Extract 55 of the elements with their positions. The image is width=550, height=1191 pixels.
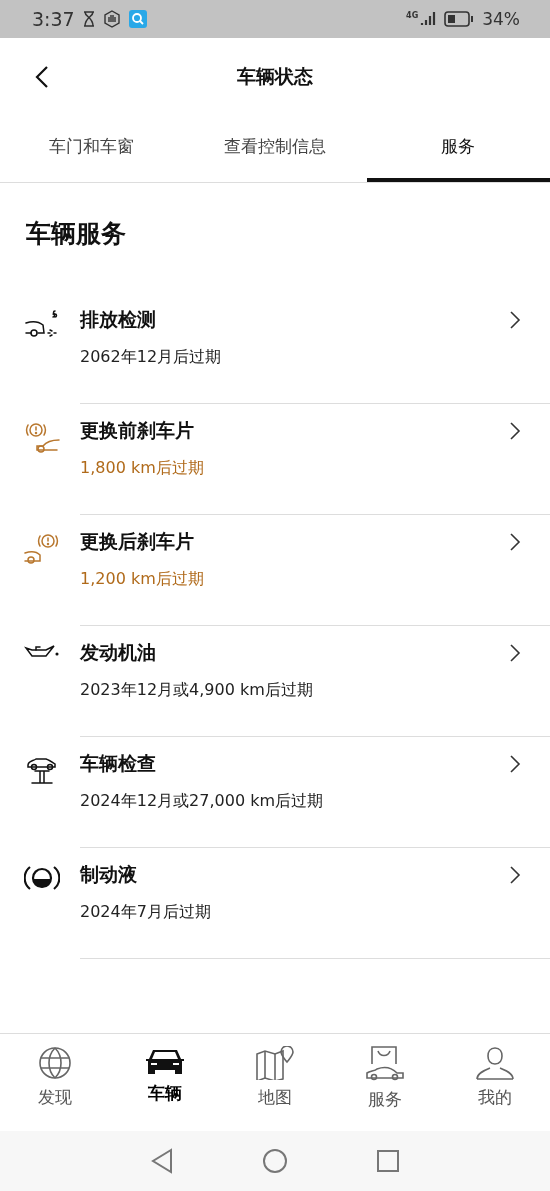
nav-tab[interactable]: 发现 xyxy=(0,1034,110,1131)
service-due: 2023年12月或4,900 km后过期 xyxy=(80,680,313,701)
service-title: 排放检测 xyxy=(80,307,156,332)
home-nav-button[interactable] xyxy=(262,1148,288,1174)
globe-icon xyxy=(38,1046,72,1080)
tab[interactable]: 查看控制信息 xyxy=(183,115,367,182)
section-title: 车辆服务 xyxy=(25,218,127,250)
nav-tab[interactable]: 地图 xyxy=(220,1034,330,1131)
chevron-right-icon xyxy=(508,642,522,664)
square-icon xyxy=(376,1149,400,1173)
chevron-button[interactable] xyxy=(508,753,522,775)
chevron-button[interactable] xyxy=(508,309,522,331)
service-due: 1,200 km后过期 xyxy=(80,569,204,590)
chevron-button[interactable] xyxy=(508,420,522,442)
chevron-right-icon xyxy=(508,531,522,553)
brake-fluid-icon xyxy=(24,864,60,892)
brake-warning-car-icon xyxy=(23,531,61,567)
back-nav-button[interactable] xyxy=(150,1148,174,1174)
person-icon xyxy=(475,1046,515,1080)
service-due: 1,800 km后过期 xyxy=(80,458,204,479)
chevron-left-icon xyxy=(35,65,49,89)
page-title: 车辆状态 xyxy=(237,63,313,89)
chevron-button[interactable] xyxy=(508,864,522,886)
bag-car-icon xyxy=(365,1046,405,1082)
service-title: 更换后刹车片 xyxy=(80,529,194,554)
status-time: 3:37 xyxy=(32,8,75,30)
service-title: 制动液 xyxy=(80,862,137,887)
service-due: 2062年12月后过期 xyxy=(80,347,222,368)
chevron-right-icon xyxy=(508,420,522,442)
service-due: 2024年12月或27,000 km后过期 xyxy=(80,791,323,812)
nav-tab[interactable]: 服务 xyxy=(330,1034,440,1131)
battery-percent: 34% xyxy=(482,9,520,29)
hourglass-icon xyxy=(82,11,95,27)
service-title: 车辆检查 xyxy=(80,751,156,776)
circle-icon xyxy=(262,1148,288,1174)
brake-warning-car-icon xyxy=(23,420,61,456)
tab[interactable]: 服务 xyxy=(366,115,550,182)
chevron-right-icon xyxy=(508,753,522,775)
chevron-right-icon xyxy=(508,864,522,886)
nav-tab[interactable]: 我的 xyxy=(440,1034,550,1131)
search-app-icon xyxy=(128,10,147,28)
chevron-right-icon xyxy=(508,309,522,331)
triangle-icon xyxy=(150,1148,174,1174)
network-label: 4G xyxy=(406,11,419,20)
battery-icon xyxy=(444,11,475,27)
map-pin-icon xyxy=(255,1046,295,1080)
service-title: 更换前刹车片 xyxy=(80,418,194,443)
recents-nav-button[interactable] xyxy=(376,1149,400,1173)
nav-tab[interactable]: 车辆 xyxy=(110,1034,220,1131)
service-due: 2024年7月后过期 xyxy=(80,902,211,923)
chevron-button[interactable] xyxy=(508,642,522,664)
tab[interactable]: 车门和车窗 xyxy=(0,115,184,182)
chevron-button[interactable] xyxy=(508,531,522,553)
service-title: 发动机油 xyxy=(80,640,156,665)
signal-icon xyxy=(420,11,437,27)
